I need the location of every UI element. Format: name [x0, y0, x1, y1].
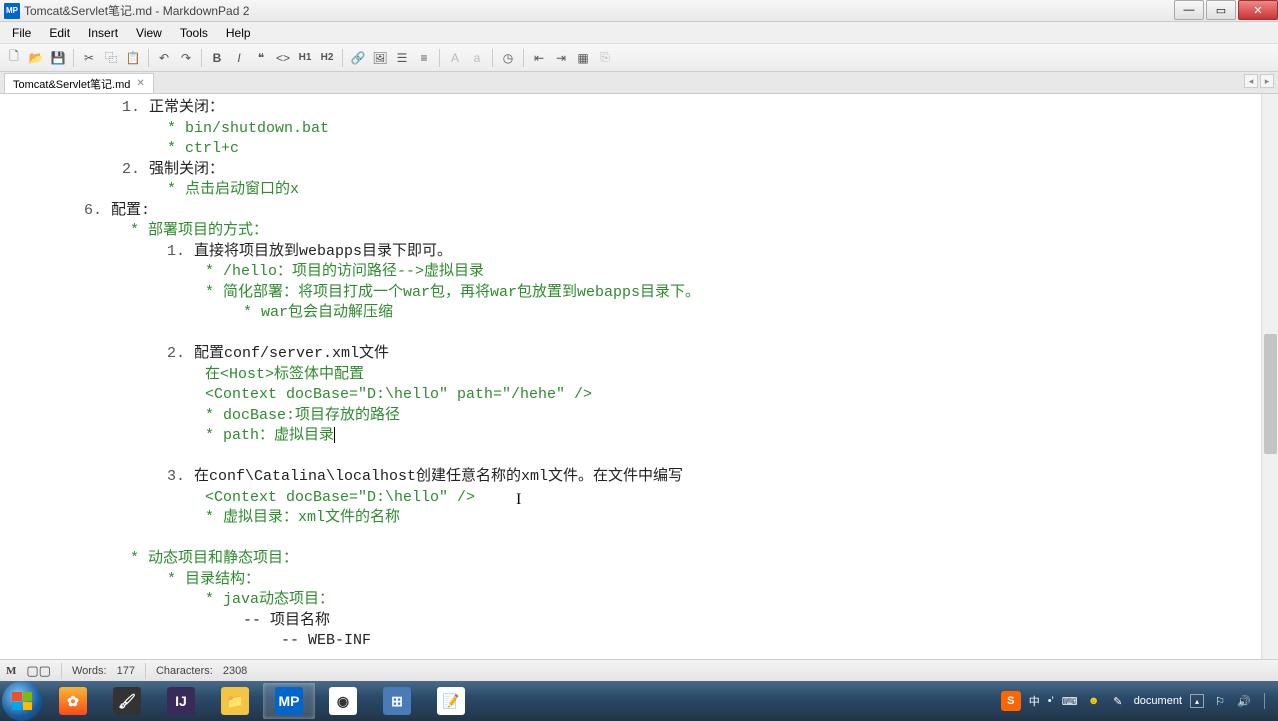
preview-back-icon[interactable]: ⇤: [529, 48, 549, 68]
ol-icon[interactable]: ≡: [414, 48, 434, 68]
words-value: 177: [117, 665, 135, 677]
taskbar-explorer[interactable]: 📁: [209, 683, 261, 719]
separator: [439, 49, 440, 67]
editor[interactable]: 1. 正常关闭：* bin/shutdown.bat* ctrl+c2. 强制关…: [0, 94, 1278, 659]
open-file-icon[interactable]: 📂: [26, 48, 46, 68]
redo-icon[interactable]: ↷: [176, 48, 196, 68]
tab-next-icon[interactable]: ▸: [1260, 74, 1274, 88]
start-button[interactable]: [2, 681, 42, 721]
action-center-icon[interactable]: ⚐: [1212, 693, 1228, 709]
export-icon[interactable]: ⎘: [595, 48, 615, 68]
tray-document-label[interactable]: document: [1134, 695, 1182, 707]
bold-icon[interactable]: B: [207, 48, 227, 68]
tab-nav: ◂ ▸: [1244, 74, 1274, 88]
link-icon[interactable]: 🔗: [348, 48, 368, 68]
ime-emoji-icon[interactable]: ☻: [1086, 693, 1102, 709]
preview-mode-icon[interactable]: ▢▢: [26, 663, 51, 679]
save-icon[interactable]: 💾: [48, 48, 68, 68]
system-tray: S 中 •' ⌨ ☻ ✎ document ▴ ⚐ 🔊: [1001, 691, 1278, 711]
separator: [492, 49, 493, 67]
taskbar-app-1[interactable]: ✿: [47, 683, 99, 719]
separator: [148, 49, 149, 67]
titlebar: MP Tomcat&Servlet笔记.md - MarkdownPad 2 —…: [0, 0, 1278, 22]
image-icon[interactable]: 🖼: [370, 48, 390, 68]
h2-button[interactable]: H2: [317, 48, 337, 68]
text-caret-icon: I: [516, 491, 521, 509]
window-title: Tomcat&Servlet笔记.md - MarkdownPad 2: [24, 2, 1172, 19]
taskbar-markdownpad[interactable]: MP: [263, 683, 315, 719]
menu-view[interactable]: View: [128, 24, 170, 42]
paste-icon[interactable]: 📋: [123, 48, 143, 68]
preview-forward-icon[interactable]: ⇥: [551, 48, 571, 68]
columns-icon[interactable]: ▦: [573, 48, 593, 68]
menubar: File Edit Insert View Tools Help: [0, 22, 1278, 44]
vertical-scrollbar[interactable]: [1261, 94, 1278, 659]
menu-tools[interactable]: Tools: [172, 24, 216, 42]
font-large-icon[interactable]: A: [445, 48, 465, 68]
italic-icon[interactable]: I: [229, 48, 249, 68]
taskbar-app-8[interactable]: 📝: [425, 683, 477, 719]
toolbar: 🗋 📂 💾 ✂ ⿻ 📋 ↶ ↷ B I ❝ <> H1 H2 🔗 🖼 ☰ ≡ A…: [0, 44, 1278, 72]
tray-expand-icon[interactable]: ▴: [1190, 694, 1204, 708]
separator: [201, 49, 202, 67]
minimize-button[interactable]: —: [1174, 0, 1204, 20]
undo-icon[interactable]: ↶: [154, 48, 174, 68]
separator: [342, 49, 343, 67]
ime-punct-icon[interactable]: •': [1048, 695, 1054, 707]
ime-sogou-icon[interactable]: S: [1001, 691, 1021, 711]
statusbar: M ▢▢ Words: 177 Characters: 2308: [0, 659, 1278, 681]
editor-wrap: 1. 正常关闭：* bin/shutdown.bat* ctrl+c2. 强制关…: [0, 94, 1278, 659]
taskbar-chrome[interactable]: ◉: [317, 683, 369, 719]
new-file-icon[interactable]: 🗋: [4, 48, 24, 68]
menu-edit[interactable]: Edit: [41, 24, 78, 42]
markdown-mode-icon[interactable]: M: [6, 665, 16, 677]
ime-lang-icon[interactable]: 中: [1029, 693, 1040, 709]
window-controls: — ▭ ✕: [1172, 0, 1278, 21]
chars-label: Characters:: [156, 665, 213, 677]
tabstrip: Tomcat&Servlet笔记.md ✕ ◂ ▸: [0, 72, 1278, 94]
words-label: Words:: [72, 665, 107, 677]
copy-icon[interactable]: ⿻: [101, 48, 121, 68]
taskbar-intellij[interactable]: IJ: [155, 683, 207, 719]
menu-file[interactable]: File: [4, 24, 39, 42]
code-icon[interactable]: <>: [273, 48, 293, 68]
menu-insert[interactable]: Insert: [80, 24, 126, 42]
menu-help[interactable]: Help: [218, 24, 259, 42]
app-icon: MP: [4, 3, 20, 19]
separator: [145, 663, 146, 679]
ul-icon[interactable]: ☰: [392, 48, 412, 68]
maximize-button[interactable]: ▭: [1206, 0, 1236, 20]
ime-keyboard-icon[interactable]: ⌨: [1062, 693, 1078, 709]
timestamp-icon[interactable]: ◷: [498, 48, 518, 68]
tab-prev-icon[interactable]: ◂: [1244, 74, 1258, 88]
h1-button[interactable]: H1: [295, 48, 315, 68]
separator: [73, 49, 74, 67]
cut-icon[interactable]: ✂: [79, 48, 99, 68]
volume-icon[interactable]: 🔊: [1236, 693, 1252, 709]
tab-close-icon[interactable]: ✕: [136, 78, 144, 89]
tab-active[interactable]: Tomcat&Servlet笔记.md ✕: [4, 73, 154, 93]
windows-logo-icon: [12, 692, 32, 710]
ime-settings-icon[interactable]: ✎: [1110, 693, 1126, 709]
separator: [523, 49, 524, 67]
taskbar: ✿ 🖌 IJ 📁 MP ◉ ⊞ 📝 S 中 •' ⌨ ☻ ✎ document …: [0, 681, 1278, 721]
taskbar-app-2[interactable]: 🖌: [101, 683, 153, 719]
close-button[interactable]: ✕: [1238, 0, 1278, 20]
scroll-thumb[interactable]: [1264, 334, 1277, 454]
font-small-icon[interactable]: a: [467, 48, 487, 68]
tab-label: Tomcat&Servlet笔记.md: [13, 76, 130, 92]
taskbar-app-7[interactable]: ⊞: [371, 683, 423, 719]
chars-value: 2308: [223, 665, 247, 677]
separator: [61, 663, 62, 679]
show-desktop-button[interactable]: [1264, 693, 1272, 709]
quote-icon[interactable]: ❝: [251, 48, 271, 68]
